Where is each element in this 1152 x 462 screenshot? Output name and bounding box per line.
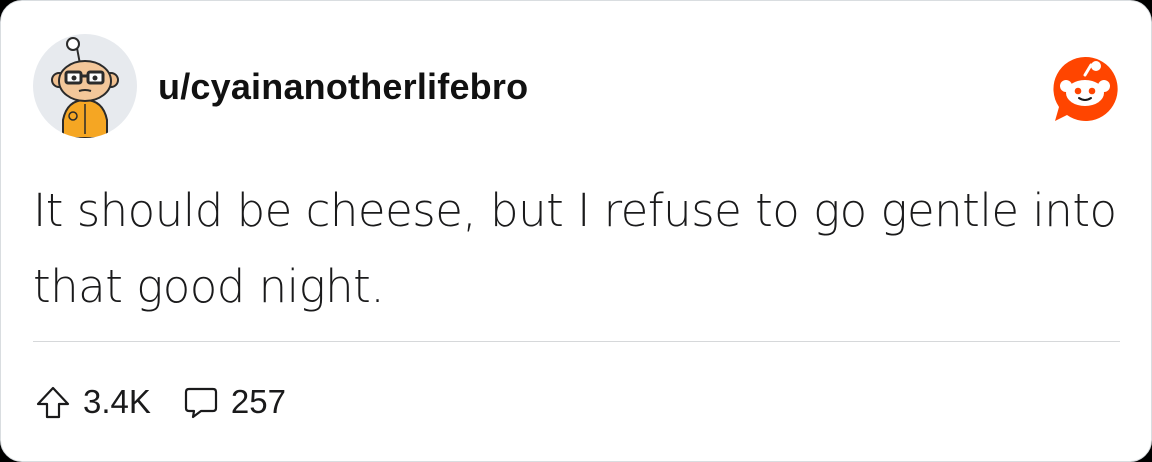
- upvote-button[interactable]: 3.4K: [33, 382, 151, 422]
- comment-bubble-icon[interactable]: [181, 382, 221, 422]
- comments-button[interactable]: 257: [181, 382, 286, 422]
- upvote-count: 3.4K: [83, 383, 151, 420]
- snoo-avatar-icon: [51, 37, 119, 138]
- avatar[interactable]: [33, 34, 137, 138]
- upvote-arrow-icon[interactable]: [33, 382, 73, 422]
- post-body: It should be cheese, but I refuse to go …: [33, 184, 1117, 313]
- reddit-logo-icon[interactable]: [1049, 53, 1121, 125]
- divider: [33, 341, 1120, 342]
- post-stats: 3.4K 257: [33, 379, 286, 425]
- comment-count: 257: [230, 383, 286, 420]
- post-card: u/cyainanotherlifebro It should be chees…: [0, 0, 1152, 462]
- post-username[interactable]: u/cyainanotherlifebro: [158, 65, 528, 109]
